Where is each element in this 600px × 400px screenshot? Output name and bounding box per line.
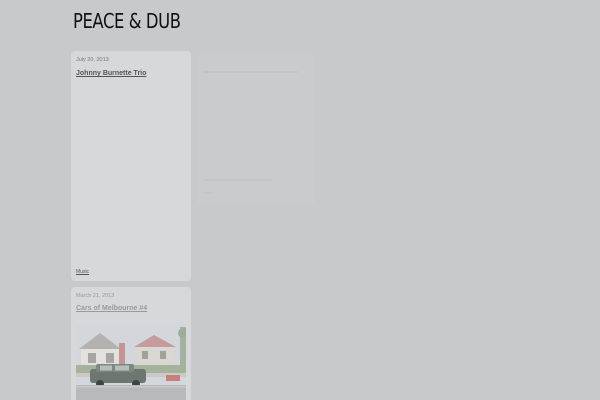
post-title-link[interactable]: Johnny Burnette Trio (76, 70, 146, 77)
post-tag-link[interactable]: Music (76, 269, 89, 275)
post-date: March 21, 2013 (76, 293, 115, 299)
post-card: July 20, 2013 Johnny Burnette Trio Music (71, 51, 191, 281)
post-card: March 21, 2013 Cars of Melbourne #4 (71, 287, 191, 400)
post-photo[interactable] (76, 323, 186, 400)
page: PEACE & DUB July 20, 2013 Johnny Burnett… (0, 0, 600, 400)
post-date: July 20, 2013 (76, 57, 109, 63)
faded-post-card (197, 55, 315, 205)
post-title-link[interactable]: Cars of Melbourne #4 (76, 305, 147, 312)
site-title[interactable]: PEACE & DUB (73, 9, 181, 33)
